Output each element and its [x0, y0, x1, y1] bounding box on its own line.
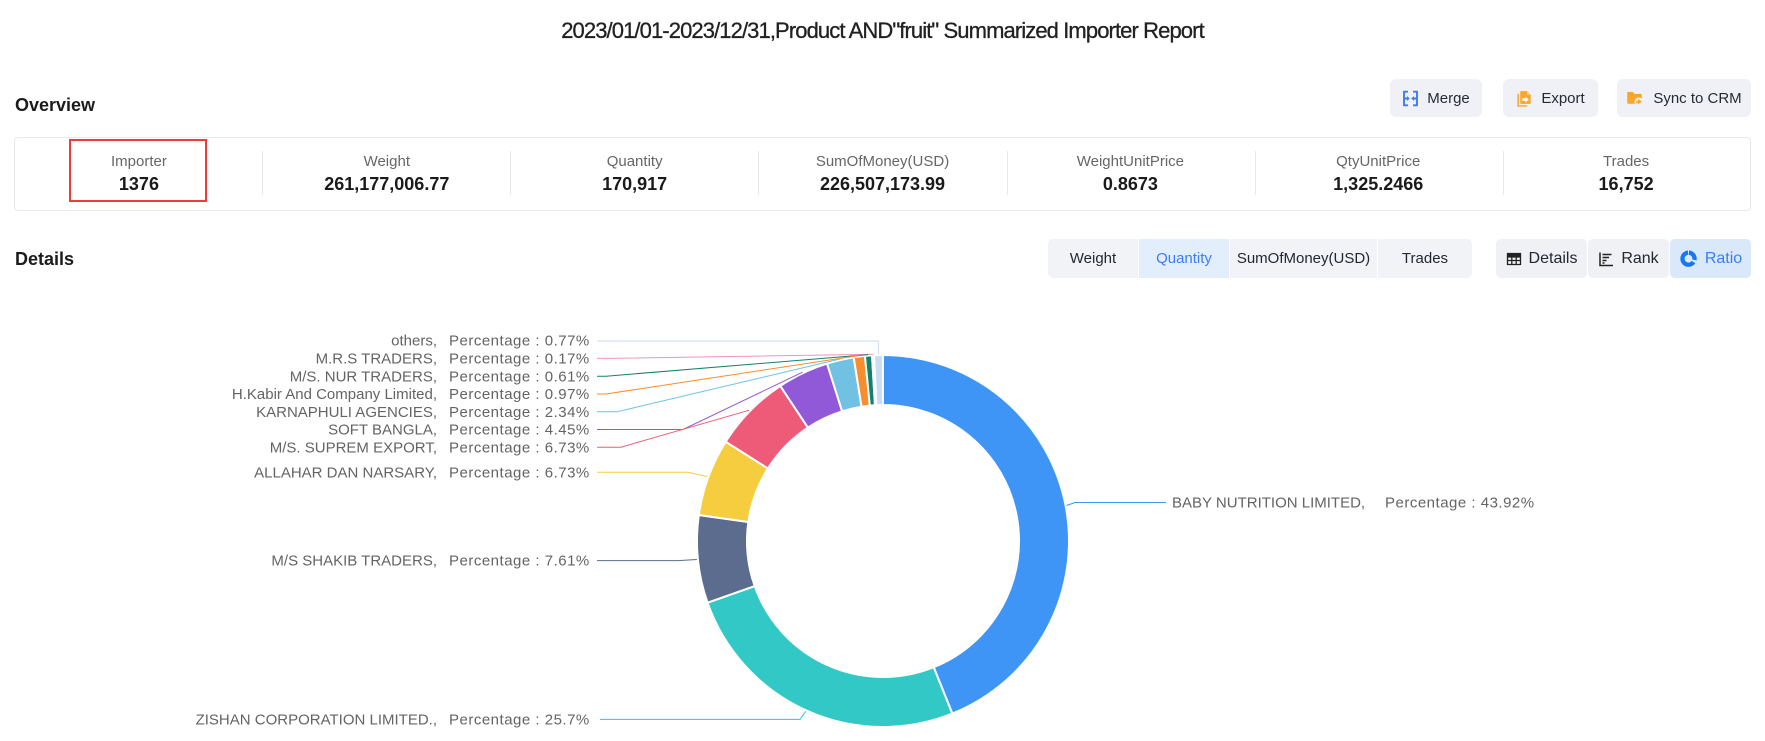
- svg-text:Percentage : 7.61%: Percentage : 7.61%: [449, 553, 590, 570]
- svg-text:M/S SHAKIB TRADERS,: M/S SHAKIB TRADERS,: [271, 553, 437, 570]
- svg-text:M/S. SUPREM EXPORT,: M/S. SUPREM EXPORT,: [270, 439, 437, 456]
- svg-text:ZISHAN CORPORATION LIMITED.,: ZISHAN CORPORATION LIMITED.,: [196, 712, 437, 729]
- svg-text:ALLAHAR DAN NARSARY,: ALLAHAR DAN NARSARY,: [254, 464, 437, 481]
- svg-text:Percentage : 0.97%: Percentage : 0.97%: [449, 386, 590, 403]
- svg-text:M.R.S TRADERS,: M.R.S TRADERS,: [316, 351, 437, 368]
- svg-text:others,: others,: [391, 333, 437, 350]
- svg-text:Percentage : 0.17%: Percentage : 0.17%: [449, 351, 590, 368]
- svg-text:SOFT BANGLA,: SOFT BANGLA,: [328, 422, 437, 439]
- svg-text:H.Kabir And Company Limited,: H.Kabir And Company Limited,: [232, 386, 437, 403]
- svg-text:Percentage : 6.73%: Percentage : 6.73%: [449, 464, 590, 481]
- svg-text:KARNAPHULI AGENCIES,: KARNAPHULI AGENCIES,: [256, 404, 437, 421]
- svg-text:Percentage : 0.77%: Percentage : 0.77%: [449, 333, 590, 350]
- svg-text:Percentage : 6.73%: Percentage : 6.73%: [449, 439, 590, 456]
- svg-text:BABY NUTRITION LIMITED,: BABY NUTRITION LIMITED,: [1172, 495, 1365, 512]
- svg-text:Percentage : 0.61%: Percentage : 0.61%: [449, 368, 590, 385]
- svg-text:Percentage : 4.45%: Percentage : 4.45%: [449, 422, 590, 439]
- svg-text:Percentage : 2.34%: Percentage : 2.34%: [449, 404, 590, 421]
- svg-text:Percentage : 43.92%: Percentage : 43.92%: [1385, 495, 1535, 512]
- svg-text:M/S. NUR TRADERS,: M/S. NUR TRADERS,: [290, 368, 437, 385]
- svg-text:Percentage : 25.7%: Percentage : 25.7%: [449, 712, 590, 729]
